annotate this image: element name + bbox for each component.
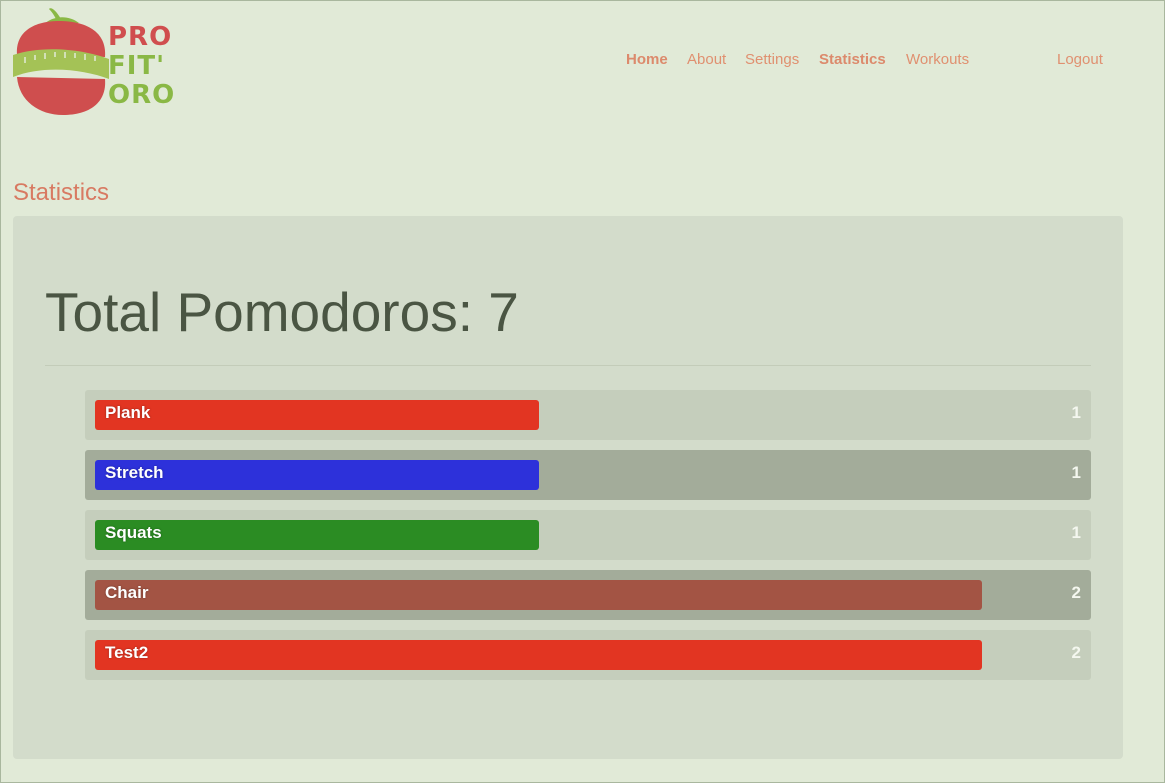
nav-about-link[interactable]: About [687, 51, 726, 68]
workout-name-label: Chair [105, 583, 149, 602]
nav-statistics-link[interactable]: Statistics [819, 51, 886, 68]
workout-count-label: 2 [1071, 643, 1081, 662]
workout-count-label: 1 [1071, 463, 1081, 482]
workout-bar-row-chair: Chair 2 [85, 570, 1091, 620]
main-nav: Home About Settings Statistics Workouts … [1, 51, 1165, 71]
workout-name-label: Stretch [105, 463, 164, 482]
total-pomodoros-heading: Total Pomodoros: 7 [45, 281, 519, 343]
logo-word-pro: PRO [108, 22, 173, 52]
workout-bar-row-plank: Plank 1 [85, 390, 1091, 440]
statistics-panel: Total Pomodoros: 7 Plank 1 Stretch 1 Squ… [13, 216, 1123, 759]
workout-bar-row-squats: Squats 1 [85, 510, 1091, 560]
workout-name-label: Test2 [105, 643, 149, 662]
logo-word-oro: ORO [108, 80, 176, 110]
nav-settings-link[interactable]: Settings [745, 51, 799, 68]
nav-logout-link[interactable]: Logout [1057, 51, 1103, 68]
workout-count-label: 1 [1071, 403, 1081, 422]
page-title: Statistics [13, 179, 110, 206]
workout-name-label: Plank [105, 403, 151, 422]
workout-name-label: Squats [105, 523, 162, 542]
workout-bar-row-test2: Test2 2 [85, 630, 1091, 680]
nav-home-link[interactable]: Home [626, 51, 668, 68]
nav-workouts-link[interactable]: Workouts [906, 51, 969, 68]
divider [45, 365, 1091, 366]
workout-bars-list: Plank 1 Stretch 1 Squats 1 Chair 2 Test2… [85, 390, 1091, 690]
workout-count-label: 1 [1071, 523, 1081, 542]
workout-count-label: 2 [1071, 583, 1081, 602]
workout-bar-row-stretch: Stretch 1 [85, 450, 1091, 500]
